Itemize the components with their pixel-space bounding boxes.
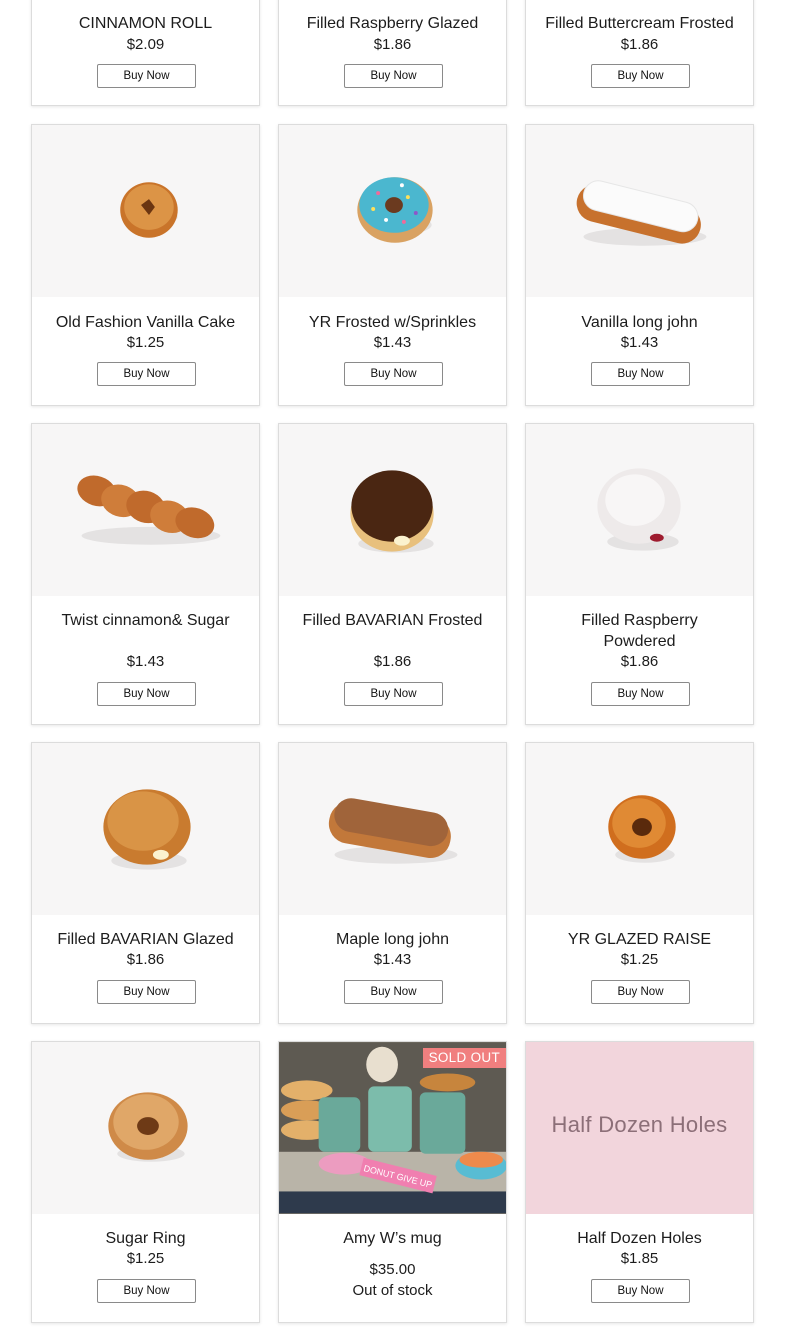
product-name[interactable]: YR Frosted w/Sprinkles [289, 312, 496, 333]
maple-long-john-image [328, 798, 458, 864]
product-card[interactable]: Twist cinnamon& Sugar $1.43 Buy Now [31, 423, 260, 725]
buy-now-button[interactable]: Buy Now [344, 362, 443, 386]
product-price: $35.00 [369, 1261, 416, 1278]
product-name[interactable]: Filled Buttercream Frosted [536, 13, 743, 34]
cinnamon-twist-image [77, 475, 221, 545]
product-price: $1.43 [373, 334, 412, 351]
product-name[interactable]: Amy W’s mug [289, 1228, 496, 1249]
product-name[interactable]: Twist cinnamon& Sugar [42, 610, 249, 631]
product-card[interactable]: Filled BAVARIAN Frosted $1.86 Buy Now [278, 423, 507, 725]
product-price: $1.25 [620, 951, 659, 968]
buy-now-button[interactable]: Buy Now [97, 980, 196, 1004]
buy-now-button[interactable]: Buy Now [344, 64, 443, 88]
product-price: $1.86 [620, 653, 659, 670]
product-image[interactable] [279, 125, 506, 297]
buy-now-button[interactable]: Buy Now [344, 682, 443, 706]
buy-now-button[interactable]: Buy Now [591, 980, 690, 1004]
buy-now-button[interactable]: Buy Now [591, 64, 690, 88]
buy-now-button[interactable]: Buy Now [591, 682, 690, 706]
sprinkle-donut-image [357, 177, 433, 243]
product-image[interactable]: Half Dozen Holes [526, 1042, 753, 1214]
buy-now-button[interactable]: Buy Now [344, 980, 443, 1004]
buy-now-button[interactable]: Buy Now [97, 362, 196, 386]
product-price: $2.09 [126, 36, 165, 53]
product-price: $1.43 [620, 334, 659, 351]
product-image[interactable] [32, 1042, 259, 1214]
product-name[interactable]: Old Fashion Vanilla Cake [42, 312, 249, 333]
product-price: $1.86 [620, 36, 659, 53]
product-card[interactable]: Vanilla long john $1.43 Buy Now [525, 124, 754, 406]
vanilla-long-john-image [576, 180, 707, 246]
old-fashion-donut-image [120, 182, 178, 238]
product-image[interactable] [526, 125, 753, 297]
product-image[interactable] [279, 424, 506, 596]
product-image[interactable] [526, 424, 753, 596]
buy-now-button[interactable]: Buy Now [591, 1279, 690, 1303]
bavarian-glazed-image [103, 789, 191, 870]
product-card[interactable]: Half Dozen Holes Half Dozen Holes $1.85 … [525, 1041, 754, 1323]
product-card[interactable]: Maple long john $1.43 Buy Now [278, 742, 507, 1024]
product-price: $1.86 [373, 36, 412, 53]
product-image[interactable] [32, 424, 259, 596]
buy-now-button[interactable]: Buy Now [97, 1279, 196, 1303]
product-name[interactable]: YR GLAZED RAISE [536, 929, 743, 950]
product-price: $1.86 [126, 951, 165, 968]
stock-status: Out of stock [352, 1282, 433, 1299]
product-card[interactable]: YR GLAZED RAISE $1.25 Buy Now [525, 742, 754, 1024]
product-image[interactable]: DONUT GIVE UP SOLD OUT [279, 1042, 506, 1214]
product-name[interactable]: Filled Raspberry Powdered [566, 610, 713, 652]
product-card[interactable]: Old Fashion Vanilla Cake $1.25 Buy Now [31, 124, 260, 406]
product-price: $1.25 [126, 334, 165, 351]
bavarian-frosted-image [350, 470, 434, 553]
sold-out-badge: SOLD OUT [422, 1048, 506, 1068]
product-price: $1.25 [126, 1250, 165, 1267]
product-price: $1.43 [126, 653, 165, 670]
product-image[interactable] [32, 125, 259, 297]
product-card[interactable]: DONUT GIVE UP SOLD OUT Amy W’s mug $35.0… [278, 1041, 507, 1323]
sugar-ring-image [108, 1092, 188, 1162]
product-name[interactable]: Vanilla long john [536, 312, 743, 333]
product-image[interactable] [279, 743, 506, 915]
product-card[interactable]: YR Frosted w/Sprinkles $1.43 Buy Now [278, 124, 507, 406]
product-price: $1.86 [373, 653, 412, 670]
buy-now-button[interactable]: Buy Now [591, 362, 690, 386]
image-placeholder-text: Half Dozen Holes [551, 1112, 728, 1137]
buy-now-button[interactable]: Buy Now [97, 64, 196, 88]
glazed-raised-donut-image [608, 795, 676, 863]
product-card[interactable]: Filled BAVARIAN Glazed $1.86 Buy Now [31, 742, 260, 1024]
product-name[interactable]: Filled BAVARIAN Frosted [289, 610, 496, 631]
buy-now-button[interactable]: Buy Now [97, 682, 196, 706]
product-name[interactable]: Maple long john [289, 929, 496, 950]
product-name[interactable]: Filled Raspberry Glazed [289, 13, 496, 34]
product-price: $1.85 [620, 1250, 659, 1267]
product-price: $1.43 [373, 951, 412, 968]
product-name[interactable]: Filled BAVARIAN Glazed [42, 929, 249, 950]
product-card[interactable]: Filled Raspberry Powdered $1.86 Buy Now [525, 423, 754, 725]
product-image[interactable] [32, 743, 259, 915]
product-name[interactable]: CINNAMON ROLL [42, 13, 249, 34]
product-name[interactable]: Sugar Ring [42, 1228, 249, 1249]
product-card[interactable]: Sugar Ring $1.25 Buy Now [31, 1041, 260, 1323]
product-card[interactable]: Filled Raspberry Glazed $1.86 Buy Now [278, 0, 507, 106]
product-card[interactable]: Filled Buttercream Frosted $1.86 Buy Now [525, 0, 754, 106]
product-image[interactable] [526, 743, 753, 915]
product-name[interactable]: Half Dozen Holes [536, 1228, 743, 1249]
product-card[interactable]: CINNAMON ROLL $2.09 Buy Now [31, 0, 260, 106]
raspberry-powdered-image [597, 468, 681, 551]
